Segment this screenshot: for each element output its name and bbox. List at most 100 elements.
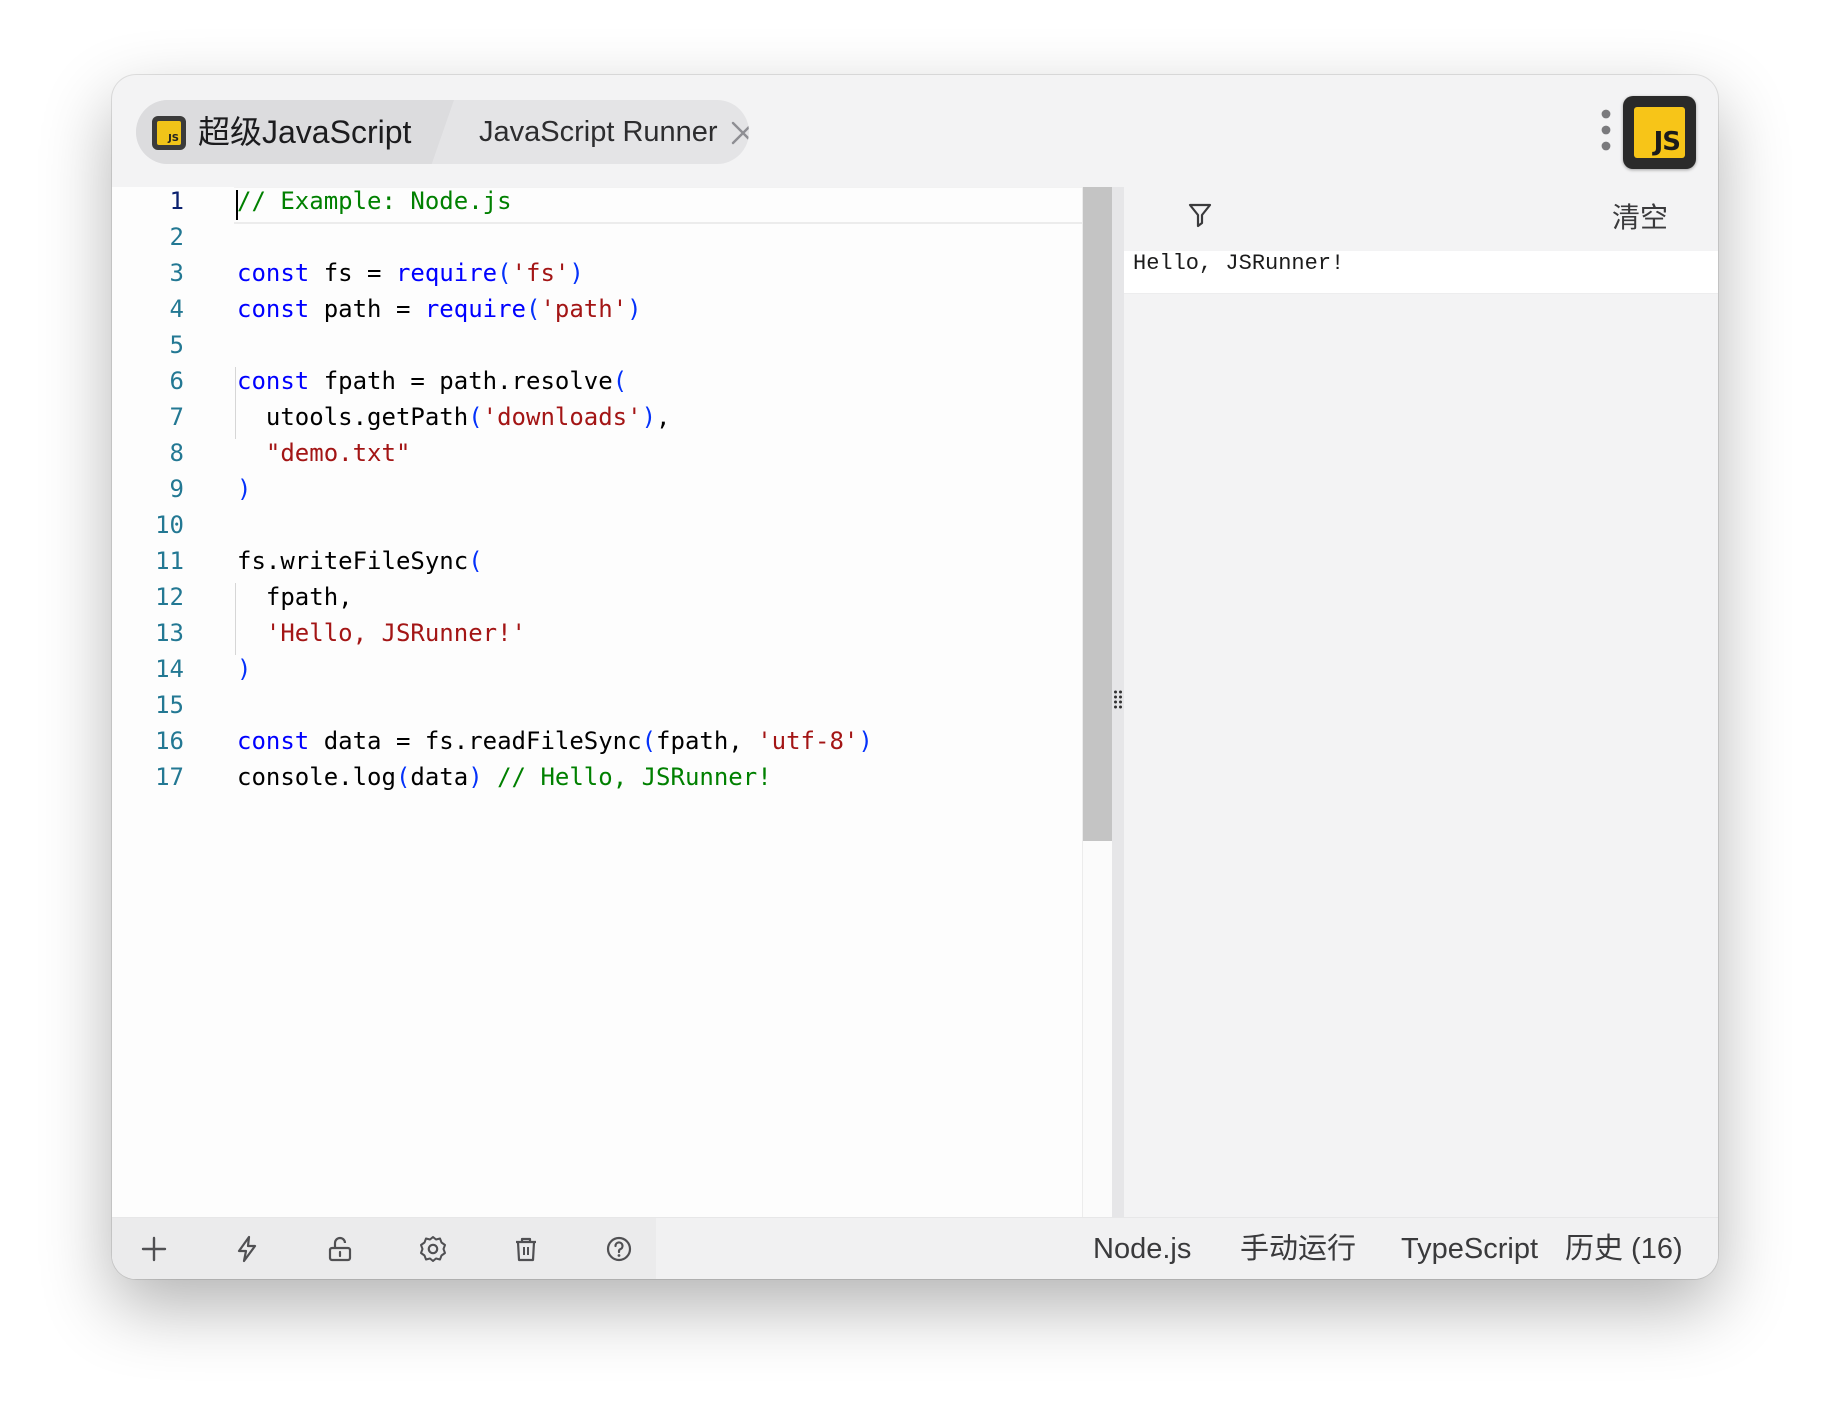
code-line: fpath, [237,583,873,619]
code-line: const data = fs.readFileSync(fpath, 'utf… [237,727,873,763]
code-token: const [237,259,310,287]
more-vertical-icon[interactable] [1600,109,1612,151]
editor-scrollbar[interactable] [1082,187,1113,1217]
line-number: 16 [155,727,184,755]
code-line: "demo.txt" [237,439,873,475]
line-number: 14 [155,655,184,683]
trash-icon[interactable] [511,1234,541,1264]
line-number: 5 [169,331,184,359]
help-icon[interactable] [604,1234,634,1264]
code-token: 'downloads' [482,403,642,431]
code-token: // Hello, JSRunner! [497,763,772,791]
code-token: 'utf-8' [757,727,859,755]
line-number: 2 [169,223,184,251]
code-token: utools.getPath [237,403,469,431]
code-line: ) [237,655,873,691]
code-token: ( [641,727,657,755]
code-token: 'path' [540,295,628,323]
code-token: ( [612,367,628,395]
code-token: ) [569,259,584,287]
code-token: ( [468,403,483,431]
line-number-gutter: 1 2 3 4 5 6 7 8 9 10 11 12 13 14 15 16 17 [112,187,184,799]
plus-icon[interactable] [139,1234,169,1264]
bottom-toolbar: Node.js 手动运行 TypeScript 历史 (16) [112,1217,1718,1279]
run-mode-selector[interactable]: 手动运行 [1240,1218,1356,1279]
code-line: // Example: Node.js [237,187,873,223]
code-token: ) [641,403,657,431]
line-number: 11 [155,547,184,575]
line-number: 17 [155,763,184,791]
app-window: JS 超级JavaScript JavaScript Runner JS 123… [112,75,1718,1279]
code-token: fpath, [656,727,758,755]
unlock-icon[interactable] [325,1234,355,1264]
filter-icon[interactable] [1187,201,1213,229]
line-number: 3 [169,259,184,287]
line-number: 15 [155,691,184,719]
line-number: 12 [155,583,184,611]
code-token: const [237,367,310,395]
code-token: "demo.txt" [265,439,411,467]
js-logo-icon: JS [152,116,186,150]
code-line: const fpath = path.resolve( [237,367,873,403]
code-line: const path = require('path') [237,295,873,331]
code-token: ( [497,259,512,287]
code-token: ( [468,547,483,575]
code-token: ) [858,727,873,755]
tab-strip: JS 超级JavaScript JavaScript Runner [136,100,749,164]
title-bar: JS 超级JavaScript JavaScript Runner JS [112,75,1718,187]
tab-runner-label[interactable]: JavaScript Runner [479,100,718,164]
code-token: console.log [237,763,396,791]
code-line: ) [237,475,873,511]
plugin-name: 超级JavaScript [198,114,412,150]
code-token: , [656,403,671,431]
code-token: const [237,295,310,323]
code-token: path = [309,295,425,323]
scrollbar-thumb[interactable] [1083,187,1112,841]
code-line: console.log(data) // Hello, JSRunner! [237,763,873,799]
tab-plugin[interactable]: JS 超级JavaScript [136,100,454,164]
code-token: 'Hello, JSRunner!' [265,619,526,647]
code-content[interactable]: // Example: Node.js const fs = require('f… [237,187,873,799]
history-button[interactable]: 历史 (16) [1565,1218,1683,1279]
line-number: 9 [169,475,184,503]
app-logo-text: JS [1653,127,1681,157]
line-number: 13 [155,619,184,647]
line-number: 1 [169,187,184,215]
code-editor[interactable]: 1 2 3 4 5 6 7 8 9 10 11 12 13 14 15 16 17 // Example: No… [112,187,1118,1217]
code-token: require [424,295,526,323]
drag-handle-icon[interactable] [1113,689,1123,709]
app-logo[interactable]: JS [1623,96,1696,169]
code-token: require [395,259,498,287]
text-cursor [236,190,238,220]
indent-guide [235,367,236,439]
code-line: const fs = require('fs') [237,259,873,295]
log-text: Hello, JSRunner! [1133,251,1345,276]
gear-icon[interactable] [418,1234,448,1264]
code-token: data [410,763,469,791]
lightning-icon[interactable] [232,1234,262,1264]
language-selector[interactable]: TypeScript [1401,1218,1538,1279]
code-token: ) [627,295,642,323]
code-token: fpath = path.resolve [309,367,613,395]
clear-button[interactable]: 清空 [1612,187,1668,249]
close-icon[interactable] [730,120,749,146]
code-token: const [237,727,310,755]
code-token: fs = [309,259,396,287]
code-line: utools.getPath('downloads'), [237,403,873,439]
line-number: 4 [169,295,184,323]
code-token: // Example: Node.js [237,187,512,215]
code-line: fs.writeFileSync( [237,547,873,583]
line-number: 8 [169,439,184,467]
code-token: ) [237,655,252,683]
line-number: 10 [155,511,184,539]
env-selector[interactable]: Node.js [1093,1218,1191,1279]
code-token: fs.writeFileSync [237,547,469,575]
code-line: 'Hello, JSRunner!' [237,619,873,655]
code-token: ) [237,475,252,503]
line-number: 6 [169,367,184,395]
